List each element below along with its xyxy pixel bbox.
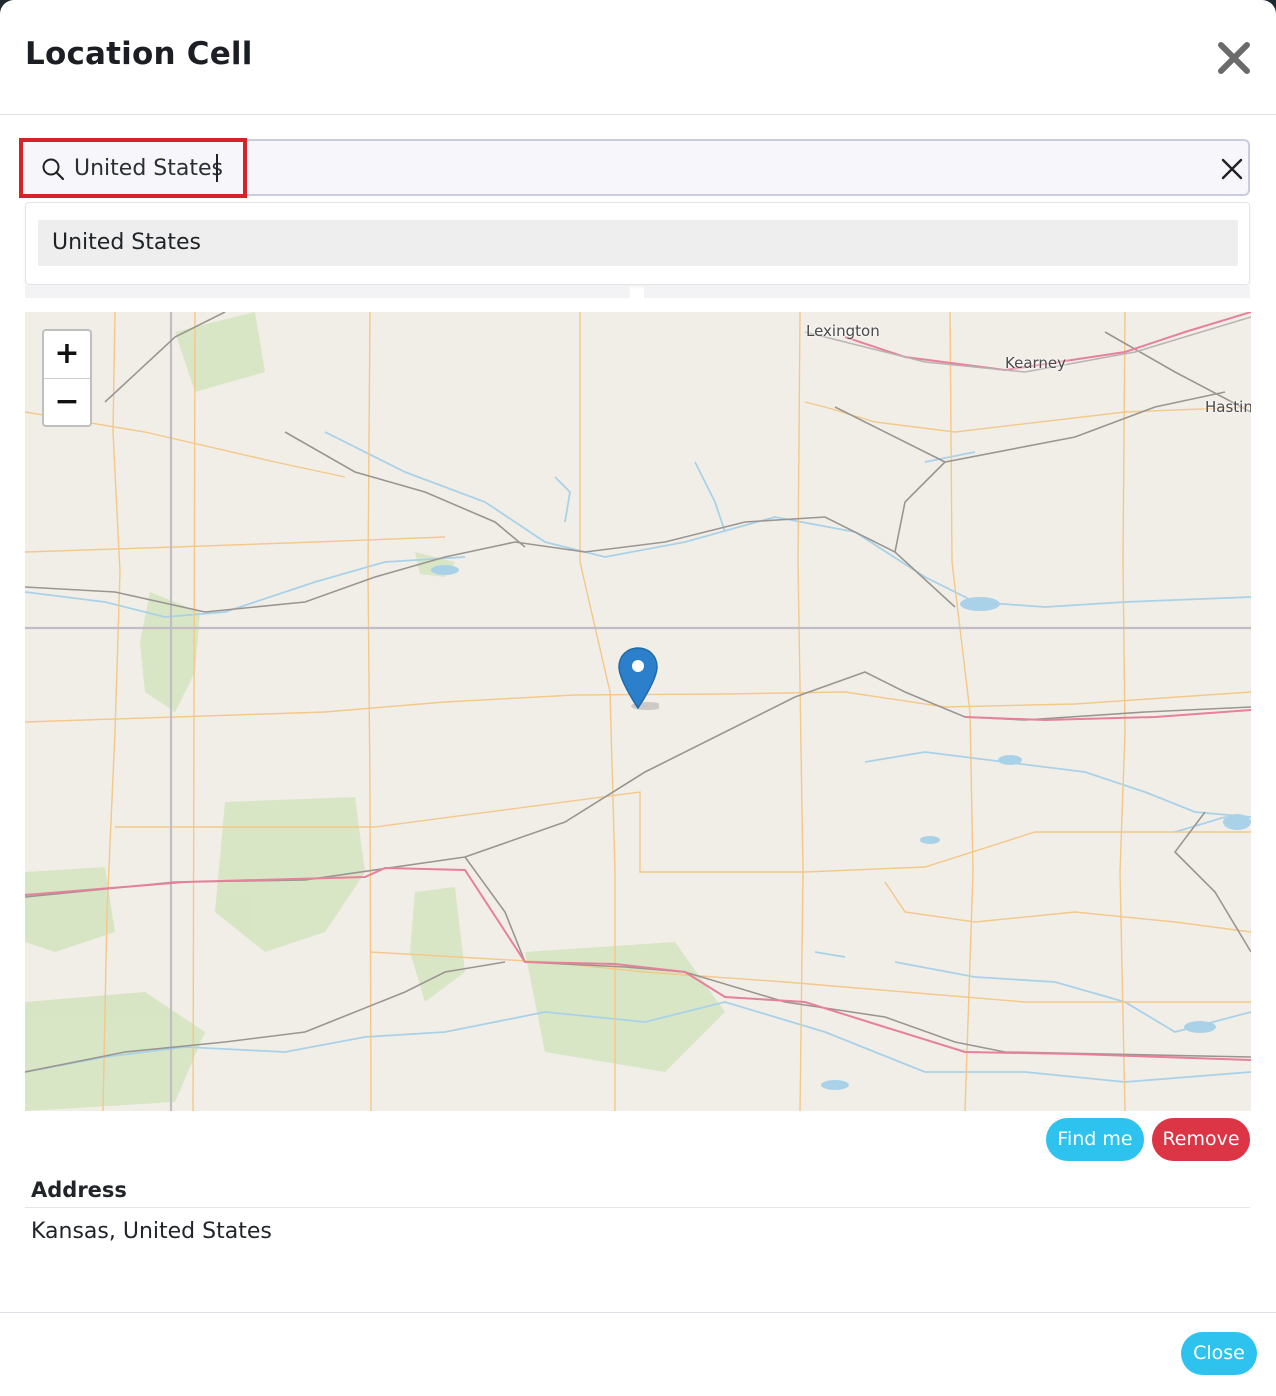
search-input[interactable] — [74, 151, 974, 185]
map-place-label: Kearney — [1005, 354, 1067, 372]
hidden-field-strip — [644, 286, 1250, 298]
map-view[interactable]: Lexington Kearney Hastin + − — [25, 312, 1251, 1111]
location-cell-modal: Location Cell United States United State… — [0, 0, 1276, 1396]
close-icon[interactable] — [1214, 38, 1254, 78]
address-label: Address — [31, 1178, 127, 1202]
map-marker-icon[interactable] — [617, 646, 663, 712]
suggestion-item[interactable]: United States — [38, 220, 1238, 266]
remove-button[interactable]: Remove — [1152, 1118, 1250, 1161]
zoom-out-button[interactable]: − — [44, 379, 90, 426]
zoom-control: + − — [42, 329, 92, 427]
map-place-label: Hastin — [1205, 398, 1251, 416]
modal-footer — [0, 1312, 1276, 1396]
address-value: Kansas, United States — [31, 1219, 272, 1244]
modal-header: Location Cell — [0, 0, 1276, 115]
search-suggestions: United States — [25, 202, 1250, 285]
find-me-button[interactable]: Find me — [1046, 1118, 1144, 1161]
divider — [25, 1207, 1250, 1208]
close-button[interactable]: Close — [1181, 1332, 1257, 1375]
clear-icon[interactable] — [1219, 156, 1245, 182]
zoom-in-button[interactable]: + — [44, 331, 90, 379]
search-icon — [41, 157, 65, 181]
map-place-label: Lexington — [806, 322, 880, 340]
text-caret — [216, 154, 218, 182]
hidden-field-strip — [25, 286, 630, 298]
modal-title: Location Cell — [25, 36, 253, 72]
